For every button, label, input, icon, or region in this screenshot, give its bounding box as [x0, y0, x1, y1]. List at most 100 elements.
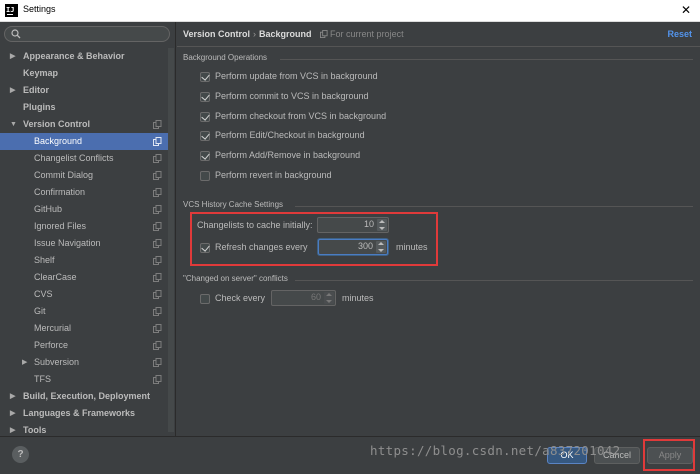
sidebar-item-label: Languages & Frameworks [23, 408, 136, 418]
reset-link[interactable]: Reset [667, 29, 692, 39]
copy-icon [153, 205, 162, 214]
expanded-arrow-icon[interactable]: ▼ [10, 116, 17, 133]
checkbox-box[interactable] [200, 91, 210, 102]
copy-icon [153, 171, 162, 180]
sidebar-item[interactable]: CVS [0, 286, 168, 303]
copy-icon [153, 358, 162, 367]
settings-sidebar: ▶ Appearance & Behavior Keymap ▶ Editor Plugi… [0, 22, 176, 436]
background-option-label: Perform commit to VCS in background [215, 90, 369, 101]
sidebar-item[interactable]: ▶ Subversion [0, 354, 168, 371]
checkbox-box[interactable] [200, 72, 210, 82]
check-interval-spinner[interactable]: 60 [271, 290, 336, 306]
help-icon[interactable]: ? [12, 446, 29, 463]
server-conflicts-title: "Changed on server" conflicts [183, 274, 288, 283]
sidebar-item[interactable]: ▶ Build, Execution, Deployment [0, 388, 168, 405]
copy-icon [153, 137, 162, 146]
close-icon[interactable]: ✕ [681, 3, 691, 17]
checkbox-box[interactable] [200, 171, 210, 181]
breadcrumb-separator: › [253, 29, 257, 39]
sidebar-item[interactable]: Git [0, 303, 168, 320]
collapsed-arrow-icon[interactable]: ▶ [10, 388, 15, 405]
sidebar-item-label: Keymap [23, 68, 59, 78]
search-icon [11, 29, 21, 39]
collapsed-arrow-icon[interactable]: ▶ [22, 354, 27, 371]
checkbox-box[interactable] [200, 111, 210, 122]
project-scope-note: For current project [320, 29, 404, 39]
check-interval-value[interactable]: 60 [311, 292, 321, 302]
sidebar-item-label: Background [34, 136, 83, 146]
search-input[interactable] [23, 28, 165, 40]
sidebar-item[interactable]: ClearCase [0, 269, 168, 286]
checkbox-box[interactable] [200, 131, 210, 142]
check-unit-label: minutes [342, 293, 374, 303]
spinner-arrows-icon[interactable] [324, 292, 334, 304]
background-option-label: Perform Add/Remove in background [215, 150, 361, 161]
sidebar-item-label: Subversion [34, 357, 80, 367]
sidebar-item[interactable]: Shelf [0, 252, 168, 269]
sidebar-item-label: Version Control [23, 119, 91, 129]
project-scope-text: For current project [330, 29, 404, 39]
sidebar-item[interactable]: ▶ Editor [0, 82, 168, 99]
sidebar-item[interactable]: Mercurial [0, 320, 168, 337]
sidebar-item-label: Changelist Conflicts [34, 153, 114, 163]
sidebar-item[interactable]: Background [0, 133, 168, 150]
section-divider [280, 59, 693, 60]
sidebar-item[interactable]: Keymap [0, 65, 168, 82]
background-option-label: Perform update from VCS in background [215, 71, 378, 81]
breadcrumb: Version Control › Background For current p… [183, 29, 404, 39]
sidebar-item[interactable]: ▼ Version Control [0, 116, 168, 133]
collapsed-arrow-icon[interactable]: ▶ [10, 405, 15, 422]
sidebar-item-label: Issue Navigation [34, 238, 101, 248]
header-divider [177, 46, 700, 47]
sidebar-item[interactable]: Commit Dialog [0, 167, 168, 184]
settings-tree: ▶ Appearance & Behavior Keymap ▶ Editor Plugi… [0, 48, 168, 439]
sidebar-item-label: Editor [23, 85, 49, 95]
cancel-button[interactable]: Cancel [594, 447, 640, 464]
copy-icon [153, 256, 162, 265]
title-bar: IJ Settings ✕ [0, 0, 700, 22]
app-logo-icon: IJ [5, 4, 18, 17]
apply-highlight-box [643, 439, 695, 471]
copy-icon [153, 154, 162, 163]
sidebar-item-label: GitHub [34, 204, 63, 214]
copy-icon [153, 375, 162, 384]
sidebar-item-label: Build, Execution, Deployment [23, 391, 151, 401]
sidebar-item[interactable]: ▶ Languages & Frameworks [0, 405, 168, 422]
sidebar-item[interactable]: Issue Navigation [0, 235, 168, 252]
collapsed-arrow-icon[interactable]: ▶ [10, 82, 15, 99]
copy-icon [153, 290, 162, 299]
copy-icon [320, 30, 328, 38]
section-divider [295, 280, 693, 281]
background-option-label: Perform Edit/Checkout in background [215, 130, 365, 141]
sidebar-item-label: Shelf [34, 255, 55, 265]
checkbox-box[interactable] [200, 294, 210, 304]
copy-icon [153, 222, 162, 231]
sidebar-item-label: Commit Dialog [34, 170, 94, 180]
section-divider [295, 206, 693, 207]
sidebar-item[interactable]: Confirmation [0, 184, 168, 201]
highlight-annotation-box [190, 212, 438, 266]
sidebar-item[interactable]: Ignored Files [0, 218, 168, 235]
sidebar-item[interactable]: GitHub [0, 201, 168, 218]
sidebar-item[interactable]: Perforce [0, 337, 168, 354]
background-operations-title: Background Operations [183, 53, 268, 62]
collapsed-arrow-icon[interactable]: ▶ [10, 48, 15, 65]
sidebar-item-label: Mercurial [34, 323, 72, 333]
check-every-label: Check every [215, 293, 266, 303]
sidebar-item[interactable]: Plugins [0, 99, 168, 116]
copy-icon [153, 239, 162, 248]
background-option-label: Perform revert in background [215, 170, 332, 180]
background-option-label: Perform checkout from VCS in background [215, 110, 387, 121]
sidebar-item[interactable]: TFS [0, 371, 168, 388]
sidebar-item[interactable]: Changelist Conflicts [0, 150, 168, 167]
checkbox-box[interactable] [200, 151, 210, 162]
sidebar-item[interactable]: ▶ Appearance & Behavior [0, 48, 168, 65]
copy-icon [153, 307, 162, 316]
sidebar-scrollbar[interactable] [168, 48, 174, 432]
ok-button[interactable]: OK [547, 447, 587, 464]
breadcrumb-parent[interactable]: Version Control [183, 29, 250, 39]
copy-icon [153, 341, 162, 350]
search-box[interactable] [4, 26, 170, 42]
sidebar-item-label: CVS [34, 289, 53, 299]
cache-settings-title: VCS History Cache Settings [183, 200, 284, 209]
